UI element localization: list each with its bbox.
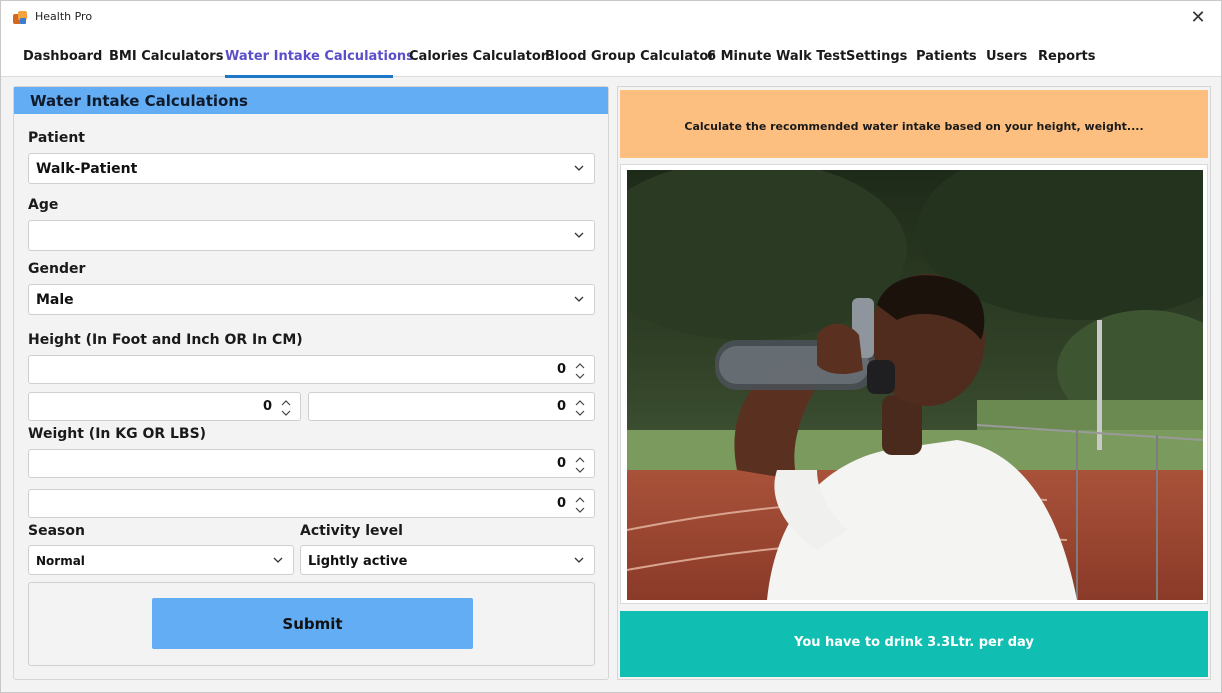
tab-water-intake-calculations[interactable]: Water Intake Calculations <box>225 49 414 64</box>
season-select[interactable]: Normal <box>28 545 294 575</box>
tab-users[interactable]: Users <box>986 49 1027 64</box>
weight-kg-value: 0 <box>556 456 566 471</box>
age-label: Age <box>28 197 59 213</box>
weight-lbs-value: 0 <box>556 496 566 511</box>
close-icon: ✕ <box>1190 7 1206 28</box>
active-tab-indicator <box>225 75 393 78</box>
gender-value: Male <box>36 292 74 308</box>
result-banner: You have to drink 3.3Ltr. per day <box>620 611 1208 677</box>
close-button[interactable]: ✕ <box>1187 7 1209 29</box>
activity-level-value: Lightly active <box>308 554 408 569</box>
up-down-spinner-icon[interactable] <box>574 493 586 517</box>
chevron-down-icon <box>574 232 584 238</box>
chevron-down-icon <box>574 557 584 563</box>
window-title: Health Pro <box>35 10 93 23</box>
tab-blood-group-calculator[interactable]: Blood Group Calculator <box>545 49 715 64</box>
up-down-spinner-icon[interactable] <box>280 396 292 420</box>
submit-area: Submit <box>28 582 595 666</box>
weight-label: Weight (In KG OR LBS) <box>28 426 207 442</box>
up-down-spinner-icon[interactable] <box>574 359 586 383</box>
form-header: Water Intake Calculations <box>14 87 608 114</box>
gender-label: Gender <box>28 261 86 277</box>
activity-level-label: Activity level <box>300 523 403 539</box>
tab-reports[interactable]: Reports <box>1038 49 1095 64</box>
height-cm-input[interactable]: 0 <box>28 355 595 384</box>
up-down-spinner-icon[interactable] <box>574 396 586 420</box>
weight-lbs-input[interactable]: 0 <box>28 489 595 518</box>
tab-6-minute-walk-test[interactable]: 6 Minute Walk Test <box>707 49 846 64</box>
title-bar: Health Pro ✕ <box>1 1 1221 35</box>
result-text: You have to drink 3.3Ltr. per day <box>794 635 1034 650</box>
form-title: Water Intake Calculations <box>30 92 248 110</box>
chevron-down-icon <box>574 296 584 302</box>
height-inch-value: 0 <box>556 399 566 414</box>
age-select[interactable] <box>28 220 595 251</box>
height-foot-input[interactable]: 0 <box>28 392 301 421</box>
tab-bmi-calculators[interactable]: BMI Calculators <box>109 49 223 64</box>
gender-select[interactable]: Male <box>28 284 595 315</box>
patient-label: Patient <box>28 130 85 146</box>
tab-settings[interactable]: Settings <box>846 49 907 64</box>
submit-button[interactable]: Submit <box>152 598 473 649</box>
water-intake-form-panel: Water Intake Calculations Patient Walk-P… <box>13 86 609 680</box>
chevron-down-icon <box>574 165 584 171</box>
season-value: Normal <box>36 554 85 568</box>
height-label: Height (In Foot and Inch OR In CM) <box>28 332 303 348</box>
info-text: Calculate the recommended water intake b… <box>684 120 1144 133</box>
info-banner: Calculate the recommended water intake b… <box>620 90 1208 158</box>
height-inch-input[interactable]: 0 <box>308 392 595 421</box>
up-down-spinner-icon[interactable] <box>574 453 586 477</box>
patient-value: Walk-Patient <box>36 161 138 177</box>
season-label: Season <box>28 523 85 539</box>
app-logo-icon <box>13 11 27 25</box>
chevron-down-icon <box>273 557 283 563</box>
main-tabs: Dashboard BMI Calculators Water Intake C… <box>1 35 1221 78</box>
tab-dashboard[interactable]: Dashboard <box>23 49 102 64</box>
activity-level-select[interactable]: Lightly active <box>300 545 595 575</box>
info-panel: Calculate the recommended water intake b… <box>617 86 1211 680</box>
app-window: Health Pro ✕ Dashboard BMI Calculators W… <box>0 0 1222 693</box>
weight-kg-input[interactable]: 0 <box>28 449 595 478</box>
athlete-drinking-water-image <box>627 170 1203 600</box>
tab-patients[interactable]: Patients <box>916 49 977 64</box>
height-cm-value: 0 <box>556 362 566 377</box>
tab-calories-calculator[interactable]: Calories Calculator <box>409 49 547 64</box>
photo-frame <box>620 164 1208 604</box>
patient-select[interactable]: Walk-Patient <box>28 153 595 184</box>
height-foot-value: 0 <box>262 399 272 414</box>
